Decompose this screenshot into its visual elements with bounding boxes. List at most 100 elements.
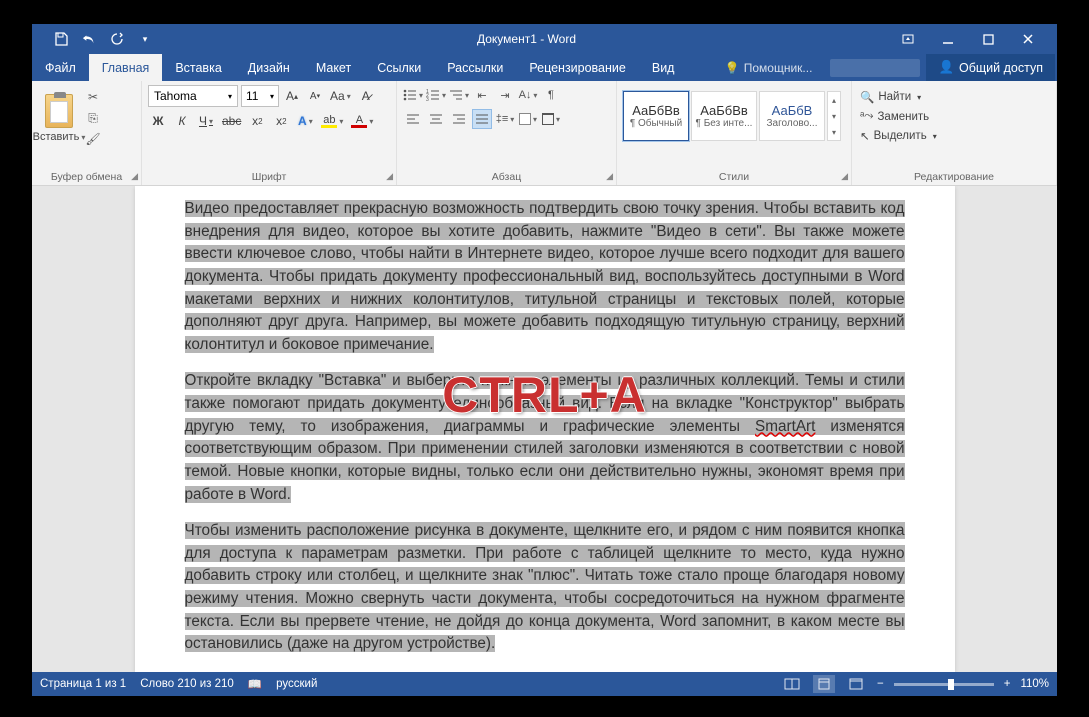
font-size-combo[interactable]: 11▾ [241, 85, 279, 107]
paragraph-3[interactable]: Чтобы изменить расположение рисунка в до… [185, 520, 905, 656]
tab-mailings[interactable]: Рассылки [434, 54, 516, 81]
view-web-button[interactable] [845, 675, 867, 693]
tab-review[interactable]: Рецензирование [516, 54, 639, 81]
document-area[interactable]: Видео предоставляет прекрасную возможнос… [32, 186, 1057, 672]
quick-access-toolbar: ▾ [32, 32, 152, 46]
clear-format-button[interactable]: A̷ [356, 86, 376, 106]
group-font: Tahoma▾ 11▾ A▴ A▾ Aa A̷ Ж К Ч abc x2 x2 … [142, 81, 397, 185]
word-window: ▾ Документ1 - Word Файл Главная Вставка … [32, 24, 1057, 696]
ribbon-tabs: Файл Главная Вставка Дизайн Макет Ссылки… [32, 54, 1057, 81]
status-language[interactable]: русский [276, 678, 317, 690]
numbering-button[interactable]: 123 [426, 85, 446, 105]
bold-button[interactable]: Ж [148, 111, 168, 131]
view-print-button[interactable] [813, 675, 835, 693]
search-icon: 🔍 [860, 90, 874, 104]
styles-launcher[interactable]: ◢ [841, 171, 848, 182]
tab-design[interactable]: Дизайн [235, 54, 303, 81]
ribbon-options-icon[interactable] [901, 32, 915, 46]
paragraph-2[interactable]: Откройте вкладку "Вставка" и выберите ну… [185, 370, 905, 506]
align-left-button[interactable] [403, 109, 423, 129]
font-color-button[interactable]: A [349, 111, 375, 131]
styles-more-button[interactable]: ▴▾▾ [827, 91, 841, 141]
align-right-button[interactable] [449, 109, 469, 129]
group-styles: АаБбВв¶ Обычный АаБбВв¶ Без инте... АаБб… [617, 81, 852, 185]
tab-file[interactable]: Файл [32, 54, 89, 81]
smartart-text: SmartArt [755, 418, 815, 435]
increase-indent-button[interactable]: ⇥ [495, 85, 515, 105]
group-editing: 🔍Найти▾ ᵃ⤳Заменить ↖Выделить▾ Редактиров… [852, 81, 1057, 185]
tab-view[interactable]: Вид [639, 54, 688, 81]
font-launcher[interactable]: ◢ [386, 171, 393, 182]
view-read-button[interactable] [781, 675, 803, 693]
format-painter-button[interactable]: 🖌 [84, 131, 102, 147]
text-effects-button[interactable]: A [295, 111, 315, 131]
paragraph-1[interactable]: Видео предоставляет прекрасную возможнос… [185, 198, 905, 356]
zoom-slider[interactable] [894, 683, 994, 686]
clipboard-launcher[interactable]: ◢ [131, 171, 138, 182]
status-page[interactable]: Страница 1 из 1 [40, 678, 126, 690]
maximize-icon[interactable] [981, 32, 995, 46]
copy-button[interactable]: ⎘ [84, 110, 102, 126]
subscript-button[interactable]: x2 [247, 111, 267, 131]
paragraph-launcher[interactable]: ◢ [606, 171, 613, 182]
sort-button[interactable]: A↓ [518, 85, 538, 105]
tab-home[interactable]: Главная [89, 54, 163, 81]
status-bar: Страница 1 из 1 Слово 210 из 210 📖 русск… [32, 672, 1057, 696]
group-clipboard: Вставить ✂ ⎘ 🖌 Буфер обмена ◢ [32, 81, 142, 185]
account-area[interactable] [830, 59, 920, 77]
bullets-button[interactable] [403, 85, 423, 105]
zoom-out-button[interactable]: − [877, 678, 884, 690]
status-words[interactable]: Слово 210 из 210 [140, 678, 234, 690]
paste-label: Вставить [33, 131, 86, 143]
strike-button[interactable]: abc [220, 111, 243, 131]
minimize-icon[interactable] [941, 32, 955, 46]
decrease-indent-button[interactable]: ⇤ [472, 85, 492, 105]
window-title: Документ1 - Word [152, 32, 901, 46]
style-no-spacing[interactable]: АаБбВв¶ Без инте... [691, 91, 757, 141]
page: Видео предоставляет прекрасную возможнос… [135, 186, 955, 672]
shrink-font-button[interactable]: A▾ [305, 86, 325, 106]
group-label-editing: Редактирование [858, 168, 1050, 185]
close-icon[interactable] [1021, 32, 1035, 46]
multilevel-button[interactable] [449, 85, 469, 105]
highlight-button[interactable]: ab [319, 111, 345, 131]
group-label-font: Шрифт [148, 168, 390, 185]
zoom-level[interactable]: 110% [1020, 678, 1049, 690]
redo-icon[interactable] [110, 32, 124, 46]
share-button[interactable]: 👤Общий доступ [926, 54, 1055, 81]
replace-button[interactable]: ᵃ⤳Заменить [858, 109, 1050, 124]
show-marks-button[interactable]: ¶ [541, 85, 561, 105]
borders-button[interactable] [541, 109, 561, 129]
tab-insert[interactable]: Вставка [162, 54, 234, 81]
spellcheck-icon[interactable]: 📖 [248, 677, 262, 691]
select-button[interactable]: ↖Выделить▾ [858, 128, 1050, 144]
style-normal[interactable]: АаБбВв¶ Обычный [623, 91, 689, 141]
qat-more-icon[interactable]: ▾ [138, 32, 152, 46]
align-center-button[interactable] [426, 109, 446, 129]
change-case-button[interactable]: Aa [328, 86, 353, 106]
tab-layout[interactable]: Макет [303, 54, 364, 81]
group-label-paragraph: Абзац [403, 168, 610, 185]
italic-button[interactable]: К [172, 111, 192, 131]
save-icon[interactable] [54, 32, 68, 46]
zoom-in-button[interactable]: + [1004, 678, 1011, 690]
superscript-button[interactable]: x2 [271, 111, 291, 131]
shading-button[interactable] [518, 109, 538, 129]
tell-me[interactable]: 💡Помощник... [713, 61, 825, 75]
cursor-icon: ↖ [860, 129, 870, 143]
find-button[interactable]: 🔍Найти▾ [858, 89, 1050, 105]
group-label-clipboard: Буфер обмена [38, 168, 135, 185]
group-paragraph: 123 ⇤ ⇥ A↓ ¶ ‡≡ Абзац ◢ [397, 81, 617, 185]
tab-references[interactable]: Ссылки [364, 54, 434, 81]
style-heading1[interactable]: АаБбВЗаголово... [759, 91, 825, 141]
undo-icon[interactable] [82, 32, 96, 46]
align-justify-button[interactable] [472, 109, 492, 129]
grow-font-button[interactable]: A▴ [282, 86, 302, 106]
underline-button[interactable]: Ч [196, 111, 216, 131]
paste-button[interactable]: Вставить [38, 85, 80, 147]
cut-button[interactable]: ✂ [84, 89, 102, 105]
font-name-combo[interactable]: Tahoma▾ [148, 85, 238, 107]
share-icon: 👤 [938, 60, 954, 75]
line-spacing-button[interactable]: ‡≡ [495, 109, 515, 129]
window-controls [901, 32, 1057, 46]
